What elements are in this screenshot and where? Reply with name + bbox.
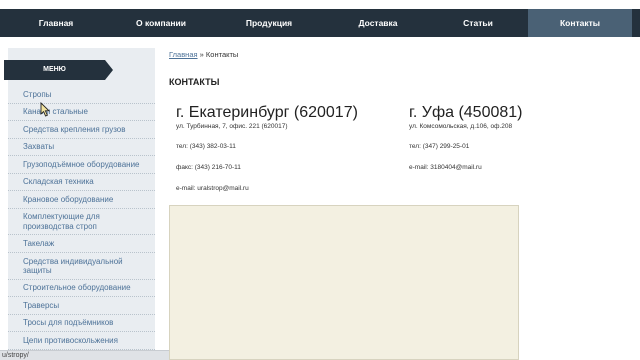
menu-title: МЕНЮ: [43, 66, 66, 73]
sidebar-item-stropy[interactable]: Стропы: [8, 86, 155, 104]
contact-block-ufa: г. Уфа (450081) ул. Комсомольская, д.106…: [409, 104, 523, 130]
nav-item-contacts[interactable]: Контакты: [528, 9, 632, 37]
sidebar-item-ropes[interactable]: Канаты стальные: [8, 104, 155, 121]
city-title: г. Уфа (450081): [409, 104, 523, 121]
nav-item-delivery[interactable]: Доставка: [328, 9, 428, 37]
ufa-email: e-mail: 3180404@mail.ru: [409, 164, 482, 171]
sidebar-item-traverses[interactable]: Траверсы: [8, 297, 155, 315]
breadcrumb-separator: »: [199, 50, 204, 59]
contact-block-ekaterinburg: г. Екатеринбург (620017) ул. Турбинная, …: [176, 104, 358, 130]
ekb-phone: тел: (343) 382-03-11: [176, 143, 236, 150]
city-address: ул. Турбинная, 7, офис. 221 (620017): [176, 123, 288, 130]
nav-item-home[interactable]: Главная: [0, 9, 112, 37]
menu-ribbon: МЕНЮ: [4, 60, 113, 80]
sidebar-item-rigging[interactable]: Такелаж: [8, 235, 155, 253]
map-area[interactable]: [169, 205, 519, 360]
sidebar-item-ppe[interactable]: Средства индивидуальной защиты: [8, 253, 155, 280]
nav-item-articles[interactable]: Статьи: [428, 9, 528, 37]
top-navigation: Главная О компании Продукция Доставка Ст…: [0, 9, 640, 37]
breadcrumb-current: Контакты: [205, 50, 239, 59]
sidebar-item-crane-equipment[interactable]: Крановое оборудование: [8, 191, 155, 209]
city-title: г. Екатеринбург (620017): [176, 104, 358, 121]
sidebar-item-lifting-equipment[interactable]: Грузоподъёмное оборудование: [8, 156, 155, 174]
sidebar-item-cargo-fastening[interactable]: Средства крепления грузов: [8, 121, 155, 139]
sidebar-item-sling-components[interactable]: Комплектующие для производства строп: [8, 209, 155, 235]
ekb-email: e-mail: uralstrop@mail.ru: [176, 185, 249, 192]
sidebar-item-warehouse-machinery[interactable]: Складская техника: [8, 174, 155, 191]
ekb-fax: факс: (343) 216-70-11: [176, 164, 241, 171]
nav-item-about[interactable]: О компании: [112, 9, 210, 37]
sidebar-item-hoist-cables[interactable]: Тросы для подъёмников: [8, 315, 155, 332]
city-address: ул. Комсомольская, д.106, оф.208: [409, 123, 513, 130]
sidebar: МЕНЮ Стропы Канаты стальные Средства кре…: [4, 48, 155, 360]
ufa-phone: тел: (347) 299-25-01: [409, 143, 470, 150]
nav-filler: [632, 9, 640, 37]
sidebar-item-snow-chains[interactable]: Цепи противоскольжения: [8, 332, 155, 350]
page-title: КОНТАКТЫ: [169, 77, 220, 87]
nav-item-products[interactable]: Продукция: [210, 9, 328, 37]
sidebar-item-grips[interactable]: Захваты: [8, 139, 155, 156]
breadcrumb-home-link[interactable]: Главная: [169, 50, 198, 59]
breadcrumb: Главная » Контакты: [169, 50, 238, 59]
sidebar-list: Стропы Канаты стальные Средства креплени…: [8, 86, 155, 350]
sidebar-item-construction-equipment[interactable]: Строительное оборудование: [8, 280, 155, 297]
mouse-cursor-icon: [40, 102, 50, 117]
